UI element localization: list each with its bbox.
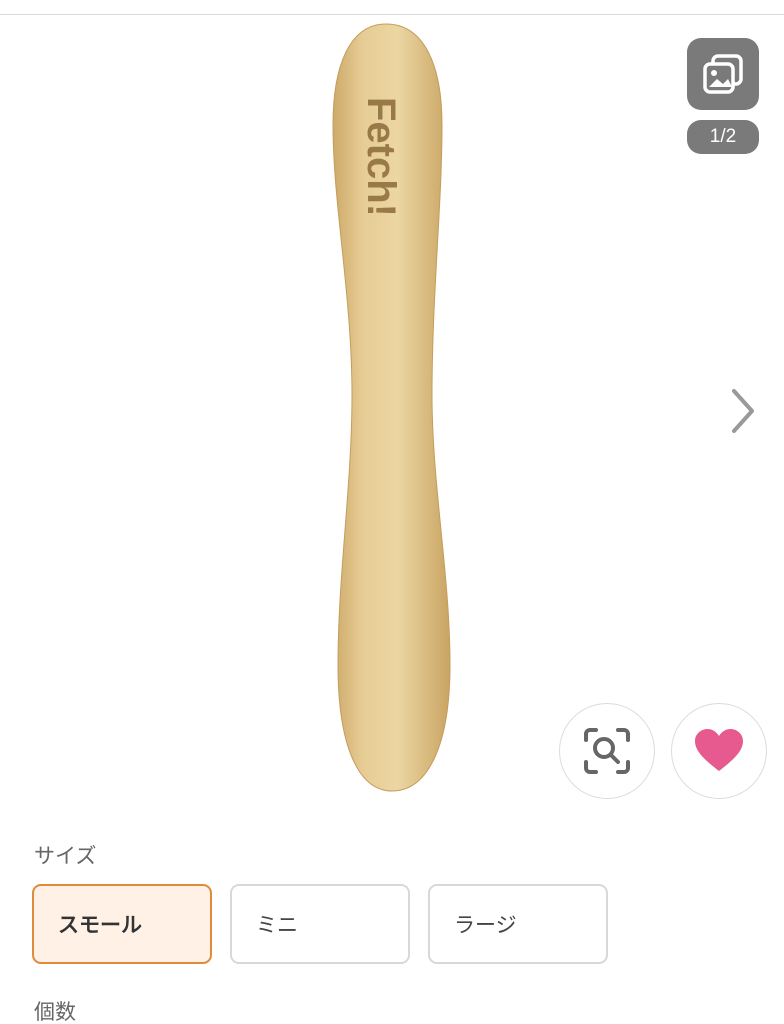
zoom-scan-icon [584, 728, 630, 774]
size-option-label: スモール [58, 913, 142, 937]
size-option-label: ラージ [454, 913, 517, 937]
product-gallery[interactable]: Fetch! 1/2 [0, 15, 784, 805]
engraving-text: Fetch! [359, 97, 403, 217]
size-options: スモール ミニ ラージ [32, 884, 608, 964]
size-option-small[interactable]: スモール [32, 884, 212, 964]
page-counter: 1/2 [687, 120, 759, 154]
chevron-right-icon [732, 389, 754, 433]
size-label: サイズ [34, 844, 97, 868]
gallery-badge[interactable]: 1/2 [687, 38, 759, 154]
next-image-button[interactable] [718, 383, 768, 439]
favorite-button[interactable] [671, 703, 767, 799]
size-option-mini[interactable]: ミニ [230, 884, 410, 964]
heart-icon [695, 729, 743, 771]
product-image: Fetch! [332, 23, 451, 792]
image-stack-icon[interactable] [687, 38, 759, 110]
size-option-large[interactable]: ラージ [428, 884, 608, 964]
zoom-button[interactable] [559, 703, 655, 799]
quantity-label: 個数 [34, 1000, 76, 1024]
size-option-label: ミニ [256, 913, 298, 937]
